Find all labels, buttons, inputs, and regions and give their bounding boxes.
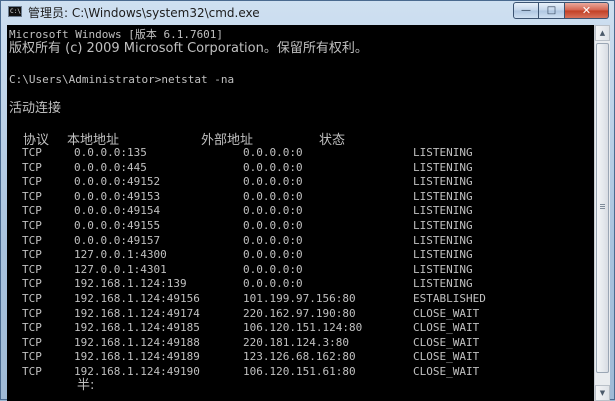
foreign-address-cell: 0.0.0.0:0 xyxy=(243,204,303,217)
state-cell: CLOSE_WAIT xyxy=(413,321,480,334)
foreign-address-cell: 106.120.151.124:80 xyxy=(243,321,363,334)
state-cell: LISTENING xyxy=(413,161,473,174)
foreign-address-cell: 0.0.0.0:0 xyxy=(243,175,303,188)
local-address-cell: 0.0.0.0:49154 xyxy=(74,204,161,217)
minimize-button[interactable]: — xyxy=(513,2,539,19)
protocol-cell: TCP xyxy=(22,219,42,232)
state-cell: LISTENING xyxy=(413,248,473,261)
cmd-app-icon[interactable]: C:\ xyxy=(8,6,22,17)
caption-buttons: — □ ✕ xyxy=(513,2,609,19)
state-cell: LISTENING xyxy=(413,204,473,217)
local-address-cell: 192.168.1.124:49189 xyxy=(74,350,200,363)
local-address-cell: 192.168.1.124:49156 xyxy=(74,292,200,305)
foreign-address-cell: 0.0.0.0:0 xyxy=(243,263,303,276)
foreign-address-cell: 106.120.151.61:80 xyxy=(243,365,356,378)
state-cell: LISTENING xyxy=(413,219,473,232)
protocol-cell: TCP xyxy=(22,292,42,305)
local-address-cell: 127.0.0.1:4301 xyxy=(74,263,167,276)
thumb-grip xyxy=(600,206,605,207)
protocol-cell: TCP xyxy=(22,204,42,217)
local-address-cell: 192.168.1.124:49185 xyxy=(74,321,200,334)
state-cell: LISTENING xyxy=(413,146,473,159)
foreign-address-cell: 101.199.97.156:80 xyxy=(243,292,356,305)
foreign-address-cell: 220.181.124.3:80 xyxy=(243,336,349,349)
scrollbar-thumb[interactable] xyxy=(596,43,609,373)
foreign-address-cell: 0.0.0.0:0 xyxy=(243,248,303,261)
console-output[interactable]: Microsoft Windows [版本 6.1.7601] 版权所有 (c)… xyxy=(7,25,594,401)
protocol-cell: TCP xyxy=(22,248,42,261)
local-address-cell: 192.168.1.124:49174 xyxy=(74,307,200,320)
state-cell: LISTENING xyxy=(413,277,473,290)
state-cell: CLOSE_WAIT xyxy=(413,307,480,320)
console-line-version: Microsoft Windows [版本 6.1.7601] xyxy=(9,28,224,41)
down-arrow-icon[interactable]: ▼ xyxy=(595,385,610,401)
minimize-icon: — xyxy=(521,5,531,16)
maximize-icon: □ xyxy=(546,5,557,16)
state-cell: LISTENING xyxy=(413,263,473,276)
protocol-cell: TCP xyxy=(22,175,42,188)
foreign-address-cell: 123.126.68.162:80 xyxy=(243,350,356,363)
console-line-command: C:\Users\Administrator>netstat -na xyxy=(9,73,235,86)
foreign-address-cell: 0.0.0.0:0 xyxy=(243,190,303,203)
protocol-cell: TCP xyxy=(22,307,42,320)
vertical-scrollbar[interactable]: ▲ ▼ xyxy=(594,25,610,401)
cmd-window: C:\ 管理员: C:\Windows\system32\cmd.exe — □… xyxy=(0,0,615,401)
local-address-cell: 0.0.0.0:135 xyxy=(74,146,147,159)
up-arrow-icon[interactable]: ▲ xyxy=(595,25,610,41)
protocol-cell: TCP xyxy=(22,190,42,203)
title-bar[interactable]: C:\ 管理员: C:\Windows\system32\cmd.exe — □… xyxy=(1,1,614,23)
protocol-cell: TCP xyxy=(22,161,42,174)
thumb-grip xyxy=(600,204,605,205)
column-header-state: 状态 xyxy=(319,133,346,148)
local-address-cell: 0.0.0.0:49155 xyxy=(74,219,161,232)
local-address-cell: 0.0.0.0:49153 xyxy=(74,190,161,203)
foreign-address-cell: 220.162.97.190:80 xyxy=(243,307,356,320)
state-cell: ESTABLISHED xyxy=(413,292,486,305)
protocol-cell: TCP xyxy=(22,321,42,334)
state-cell: CLOSE_WAIT xyxy=(413,336,480,349)
protocol-cell: TCP xyxy=(22,336,42,349)
local-address-cell: 0.0.0.0:49157 xyxy=(74,234,161,247)
protocol-cell: TCP xyxy=(22,234,42,247)
foreign-address-cell: 0.0.0.0:0 xyxy=(243,219,303,232)
state-cell: LISTENING xyxy=(413,175,473,188)
protocol-cell: TCP xyxy=(22,350,42,363)
local-address-cell: 127.0.0.1:4300 xyxy=(74,248,167,261)
maximize-button[interactable]: □ xyxy=(539,2,565,19)
local-address-cell: 0.0.0.0:445 xyxy=(74,161,147,174)
local-address-cell: 0.0.0.0:49152 xyxy=(74,175,161,188)
console-line-active-connections: 活动连接 xyxy=(9,101,62,116)
protocol-cell: TCP xyxy=(22,277,42,290)
window-title: 管理员: C:\Windows\system32\cmd.exe xyxy=(28,6,260,20)
console-line-copyright: 版权所有 (c) 2009 Microsoft Corporation。保留所有… xyxy=(9,41,368,56)
state-cell: LISTENING xyxy=(413,234,473,247)
thumb-grip xyxy=(600,208,605,209)
foreign-address-cell: 0.0.0.0:0 xyxy=(243,234,303,247)
protocol-cell: TCP xyxy=(22,365,42,378)
foreign-address-cell: 0.0.0.0:0 xyxy=(243,277,303,290)
protocol-cell: TCP xyxy=(22,263,42,276)
local-address-cell: 192.168.1.124:49188 xyxy=(74,336,200,349)
local-address-cell: 192.168.1.124:139 xyxy=(74,277,187,290)
foreign-address-cell: 0.0.0.0:0 xyxy=(243,161,303,174)
state-cell: LISTENING xyxy=(413,190,473,203)
protocol-cell: TCP xyxy=(22,146,42,159)
state-cell: CLOSE_WAIT xyxy=(413,350,480,363)
close-icon: ✕ xyxy=(581,4,592,17)
state-cell: CLOSE_WAIT xyxy=(413,365,480,378)
close-button[interactable]: ✕ xyxy=(565,2,609,19)
local-address-cell: 192.168.1.124:49190 xyxy=(74,365,200,378)
ime-fragment: 半: xyxy=(77,378,95,393)
foreign-address-cell: 0.0.0.0:0 xyxy=(243,146,303,159)
